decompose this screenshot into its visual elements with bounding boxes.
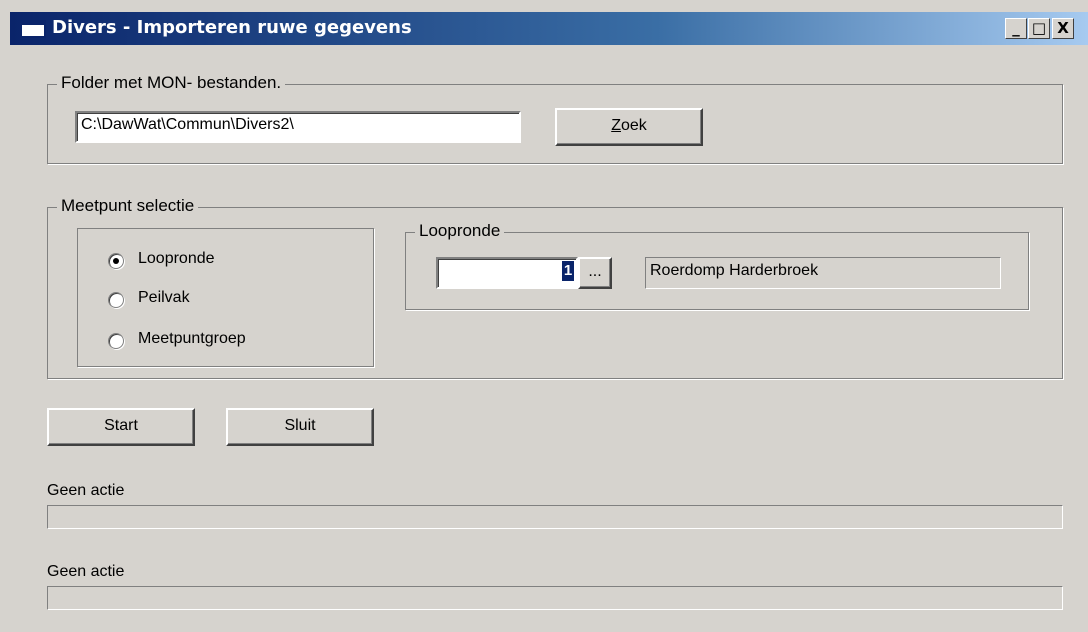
import-dialog: Divers - Importeren ruwe gegevens _ □ X … [0,0,1088,632]
search-button-mnemonic: Z [611,117,621,134]
maximize-button[interactable]: □ [1028,18,1050,39]
folder-path-value: C:\DawWat\Commun\Divers2\ [81,116,294,133]
minimize-button[interactable]: _ [1005,18,1027,39]
loopronde-name-field: Roerdomp Harderbroek [645,257,1001,289]
loopronde-number-input[interactable]: 1 [436,257,578,289]
progress-bar-2 [47,586,1063,610]
radio-peilvak-circle[interactable] [108,292,124,308]
title-bar[interactable]: Divers - Importeren ruwe gegevens _ □ X [10,12,1088,45]
loopronde-number-value: 1 [562,261,574,281]
meetpunt-selection-legend: Meetpunt selectie [57,196,199,216]
browse-loopronde-button[interactable]: ... [578,257,612,289]
status-label-2: Geen actie [47,563,125,580]
folder-group-legend: Folder met MON- bestanden. [57,73,286,93]
window-icon [20,20,46,38]
radio-selected-dot [113,258,119,264]
radio-loopronde-label: Loopronde [138,250,215,267]
radio-meetpuntgroep-circle[interactable] [108,333,124,349]
search-button-label: oek [620,117,647,134]
loopronde-legend: Loopronde [415,221,505,241]
radio-peilvak-label: Peilvak [138,289,190,306]
progress-bar-1 [47,505,1063,529]
radio-meetpuntgroep-label: Meetpuntgroep [138,330,246,347]
window-title: Divers - Importeren ruwe gegevens [52,17,412,38]
loopronde-name-value: Roerdomp Harderbroek [650,262,819,279]
status-label-1: Geen actie [47,482,125,499]
start-button[interactable]: Start [47,408,195,446]
search-button[interactable]: Zoek [555,108,703,146]
radio-loopronde-circle[interactable] [108,253,124,269]
sluit-button[interactable]: Sluit [226,408,374,446]
folder-path-input[interactable]: C:\DawWat\Commun\Divers2\ [75,111,521,143]
close-button[interactable]: X [1052,18,1074,39]
